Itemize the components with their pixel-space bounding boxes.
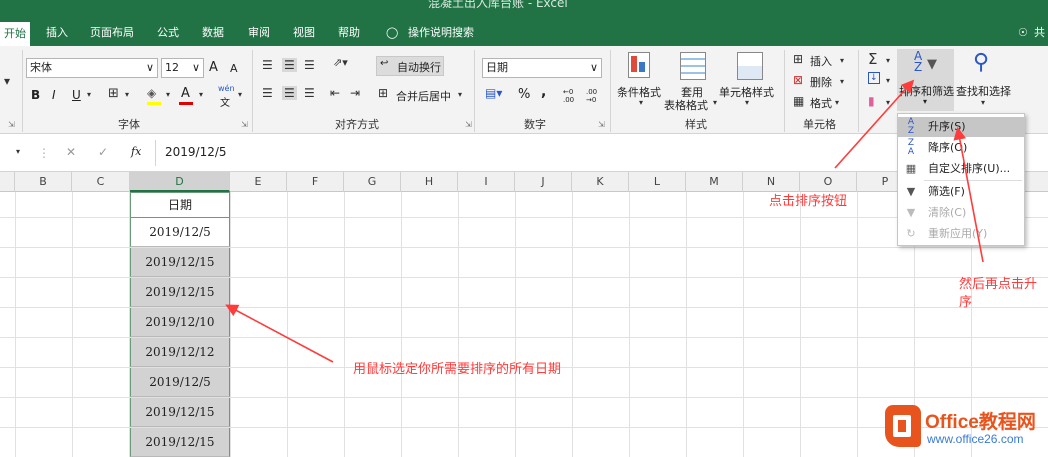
annotation-then-ascending-2: 序: [959, 295, 973, 310]
annotation-click-sort: 点击排序按钮: [769, 194, 848, 209]
arrow-to-ascending: [953, 126, 984, 263]
annotation-select-dates: 用鼠标选定你所需要排序的所有日期: [353, 362, 562, 377]
arrow-to-sort-button: [834, 79, 915, 169]
office-logo-icon: [885, 405, 921, 447]
annotation-then-ascending: 然后再点击升: [959, 277, 1038, 292]
logo-url: www.office26.com: [927, 432, 1024, 446]
annotation-arrows: [225, 79, 984, 363]
logo-brand: Office教程网: [925, 412, 1036, 433]
arrow-to-selection: [225, 304, 334, 363]
